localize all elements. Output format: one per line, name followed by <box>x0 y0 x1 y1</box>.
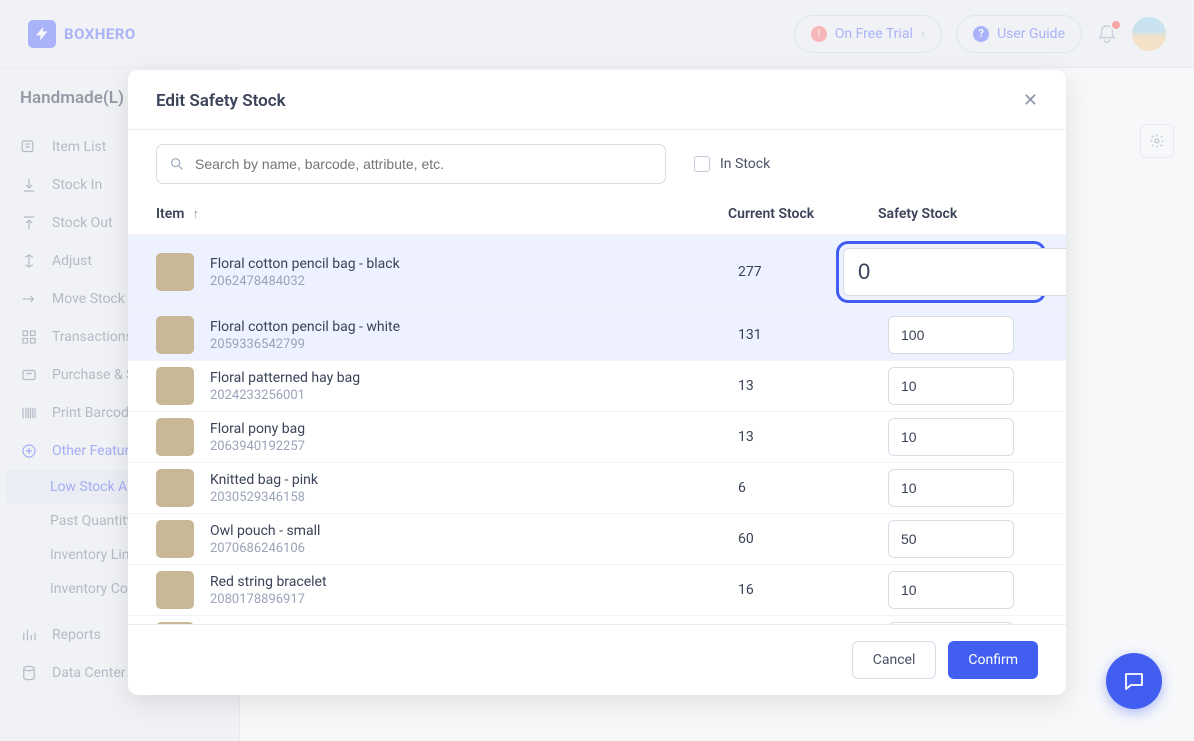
item-name: Floral patterned hay bag <box>210 370 738 386</box>
item-info: Red string bracelet 2080178896917 <box>210 574 738 607</box>
item-sku: 2080178896917 <box>210 592 738 607</box>
chat-fab[interactable] <box>1106 653 1162 709</box>
current-stock: 13 <box>738 429 888 445</box>
safety-stock-focused: ▲▼ <box>836 241 1046 303</box>
close-icon[interactable]: ✕ <box>1023 90 1038 111</box>
current-stock: 60 <box>738 531 888 547</box>
table-row[interactable]: Floral pony bag 206394019225713 <box>128 411 1066 462</box>
table-row[interactable]: Red string bracelet 208017889691716 <box>128 564 1066 615</box>
item-info: Knitted bag - pink 2030529346158 <box>210 472 738 505</box>
current-stock: 16 <box>738 582 888 598</box>
table-row[interactable]: Knitted bag - pink 20305293461586 <box>128 462 1066 513</box>
item-name: Red string bracelet <box>210 574 738 590</box>
item-name: Floral cotton pencil bag - white <box>210 319 738 335</box>
current-stock: 6 <box>738 480 888 496</box>
item-info: Floral pony bag 2063940192257 <box>210 421 738 454</box>
item-thumbnail <box>156 367 194 405</box>
safety-input[interactable] <box>888 418 1014 456</box>
item-name: Owl pouch - small <box>210 523 738 539</box>
table-row[interactable]: Floral cotton pencil bag - black 20624784… <box>128 234 1066 309</box>
edit-safety-stock-modal: Edit Safety Stock ✕ In Stock Item ↑ Curr… <box>128 70 1066 695</box>
item-thumbnail <box>156 469 194 507</box>
item-sku: 2059336542799 <box>210 337 738 352</box>
item-info: Floral cotton pencil bag - black 20624784… <box>210 256 738 289</box>
col-stock-header[interactable]: Current Stock <box>728 206 878 222</box>
item-name: Floral cotton pencil bag - black <box>210 256 738 272</box>
item-sku: 2070686246106 <box>210 541 738 556</box>
safety-input[interactable] <box>888 571 1014 609</box>
item-sku: 2024233256001 <box>210 388 738 403</box>
item-thumbnail <box>156 418 194 456</box>
item-name: Knitted bag - pink <box>210 472 738 488</box>
item-sku: 2030529346158 <box>210 490 738 505</box>
checkbox-icon <box>694 156 710 172</box>
cancel-button[interactable]: Cancel <box>852 641 937 679</box>
table-row[interactable]: Floral patterned hay bag 202423325600113 <box>128 360 1066 411</box>
item-name: Floral pony bag <box>210 421 738 437</box>
item-sku: 2063940192257 <box>210 439 738 454</box>
current-stock: 13 <box>738 378 888 394</box>
col-safety-header[interactable]: Safety Stock <box>878 206 1038 222</box>
search-box[interactable] <box>156 144 666 184</box>
instock-label: In Stock <box>720 156 770 172</box>
item-thumbnail <box>156 571 194 609</box>
confirm-button[interactable]: Confirm <box>948 641 1038 679</box>
item-info: Floral cotton pencil bag - white 20593365… <box>210 319 738 352</box>
table-header: Item ↑ Current Stock Safety Stock <box>128 198 1066 234</box>
table-row[interactable]: Sewn dinosaur doll16 <box>128 615 1066 624</box>
safety-input[interactable] <box>888 469 1014 507</box>
safety-input[interactable] <box>843 248 1066 296</box>
item-info: Floral patterned hay bag 2024233256001 <box>210 370 738 403</box>
search-input[interactable] <box>195 156 653 172</box>
table-row[interactable]: Owl pouch - small 207068624610660 <box>128 513 1066 564</box>
item-thumbnail <box>156 253 194 291</box>
item-sku: 2062478484032 <box>210 274 738 289</box>
safety-input[interactable] <box>888 367 1014 405</box>
table-row[interactable]: Floral cotton pencil bag - white 20593365… <box>128 309 1066 360</box>
item-thumbnail <box>156 520 194 558</box>
sort-asc-icon: ↑ <box>192 206 199 222</box>
search-icon <box>169 156 185 172</box>
safety-input[interactable] <box>888 316 1014 354</box>
table-body: Floral cotton pencil bag - black 20624784… <box>128 234 1066 624</box>
item-info: Owl pouch - small 2070686246106 <box>210 523 738 556</box>
instock-filter[interactable]: In Stock <box>694 156 770 172</box>
col-item-header[interactable]: Item ↑ <box>156 206 728 222</box>
item-thumbnail <box>156 316 194 354</box>
safety-input[interactable] <box>888 520 1014 558</box>
modal-title: Edit Safety Stock <box>156 91 286 111</box>
current-stock: 131 <box>738 327 888 343</box>
